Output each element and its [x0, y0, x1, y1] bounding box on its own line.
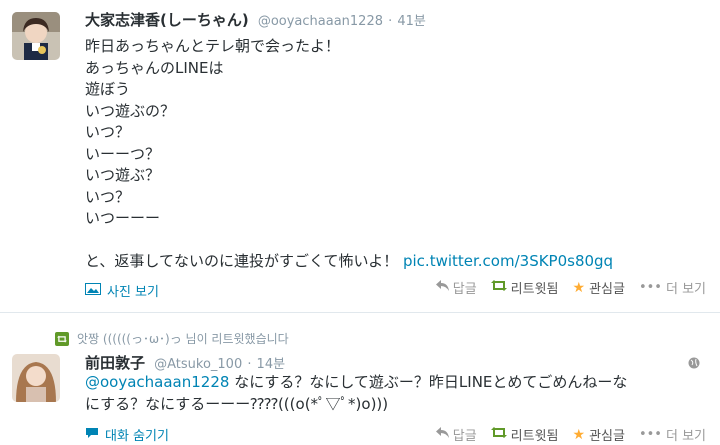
timestamp[interactable]: 41분: [397, 14, 426, 29]
view-photo-label: 사진 보기: [107, 285, 159, 300]
retweet-icon: [490, 280, 507, 295]
favorite-label: 관심글: [589, 282, 625, 297]
timestamp[interactable]: 14분: [257, 357, 286, 372]
separator-dot: ·: [388, 14, 393, 29]
retweet-button[interactable]: 리트윗됨: [490, 278, 559, 297]
separator-dot: ·: [247, 357, 252, 372]
tweet[interactable]: 앗짱 ((((((っ･ω･)っ 님이 리트윗했습니다 前田敦子 @Atsuko_…: [0, 318, 720, 445]
retweet-button[interactable]: 리트윗됨: [490, 425, 559, 444]
hide-conversation-label: 대화 숨기기: [105, 429, 169, 444]
reply-button[interactable]: 답글: [435, 425, 477, 444]
tweet-text-line: いつ遊ぶの？: [85, 101, 176, 120]
tweet-text-line: いつ？: [85, 123, 131, 141]
photo-icon: [85, 282, 101, 299]
tweet-text-line: いつ遊ぶ？: [85, 166, 161, 184]
tweet-actions: 답글 리트윗됨 ★ 관심글 ••• 더 보기: [435, 278, 706, 298]
mention-link[interactable]: @ooyachaaan1228: [85, 373, 229, 391]
tweet-text-line: あっちゃんのLINEは: [85, 58, 224, 77]
tweet-actions: 답글 리트윗됨 ★ 관심글 ••• 더 보기: [435, 425, 706, 445]
avatar[interactable]: [12, 354, 60, 402]
username[interactable]: @ooyachaaan1228: [258, 14, 383, 29]
reply-label: 답글: [452, 282, 477, 297]
more-label: 더 보기: [665, 429, 706, 444]
favorite-button[interactable]: ★ 관심글: [572, 425, 625, 445]
tweet-header: 大家志津香(しーちゃん) @ooyachaaan1228 · 41분: [85, 10, 426, 30]
tweet[interactable]: 大家志津香(しーちゃん) @ooyachaaan1228 · 41분 昨日あっち…: [0, 0, 720, 313]
more-button[interactable]: ••• 더 보기: [639, 278, 706, 297]
tweet-text-line: と、返事してないのに連投がすごくて怖いよ！: [85, 252, 399, 270]
tweet-text: 昨日あっちゃんとテレ朝で会ったよ！ あっちゃんのLINEは 遊ぼう いつ遊ぶの？…: [85, 36, 613, 273]
more-icon: •••: [638, 427, 662, 442]
retweet-badge-icon: [55, 331, 69, 346]
favorite-button[interactable]: ★ 관심글: [572, 278, 625, 298]
tweet-text-line: いつーーー: [85, 209, 161, 227]
reply-icon: [435, 280, 449, 295]
favorite-label: 관심글: [589, 429, 625, 444]
retweet-icon: [490, 427, 507, 442]
more-label: 더 보기: [665, 282, 706, 297]
conversation-icon: [85, 427, 99, 443]
tweet-text-line: なにする？なにして遊ぶー？昨日LINEとめてごめんねーな: [229, 373, 628, 391]
retweet-context: 앗짱 ((((((っ･ω･)っ 님이 리트윗했습니다: [55, 330, 289, 347]
username[interactable]: @Atsuko_100: [154, 357, 242, 372]
tweet-text-line: にする？なにするーーー⁇⁇(((o(*ﾟ▽ﾟ*)o))): [85, 394, 389, 413]
fullname[interactable]: 大家志津香(しーちゃん): [85, 11, 249, 29]
tweet-text-line: 昨日あっちゃんとテレ朝で会ったよ！: [85, 37, 341, 55]
more-icon: •••: [638, 280, 662, 295]
star-icon: ★: [572, 426, 586, 443]
reply-label: 답글: [452, 429, 477, 444]
tweet-text-line: 遊ぼう: [85, 80, 131, 98]
tweet-header: 前田敦子 @Atsuko_100 · 14분: [85, 353, 285, 373]
retweet-label: 리트윗됨: [510, 282, 559, 297]
fullname[interactable]: 前田敦子: [85, 354, 145, 372]
tweet-link[interactable]: pic.twitter.com/3SKP0s80gq: [403, 252, 613, 270]
reply-icon: [435, 427, 449, 442]
retweet-context-text[interactable]: 앗짱 ((((((っ･ω･)っ 님이 리트윗했습니다: [77, 330, 289, 347]
more-button[interactable]: ••• 더 보기: [639, 425, 706, 444]
view-photo-button[interactable]: 사진 보기: [85, 281, 159, 300]
tweet-text: @ooyachaaan1228 なにする？なにして遊ぶー？昨日LINEとめてごめ…: [85, 372, 627, 415]
globe-icon[interactable]: [688, 354, 700, 369]
hide-conversation-button[interactable]: 대화 숨기기: [85, 425, 169, 444]
star-icon: ★: [572, 279, 586, 296]
retweet-label: 리트윗됨: [510, 429, 559, 444]
avatar[interactable]: [12, 12, 60, 60]
reply-button[interactable]: 답글: [435, 278, 477, 297]
tweet-text-line: いーーつ？: [85, 144, 161, 163]
tweet-text-line: いつ？: [85, 187, 131, 206]
